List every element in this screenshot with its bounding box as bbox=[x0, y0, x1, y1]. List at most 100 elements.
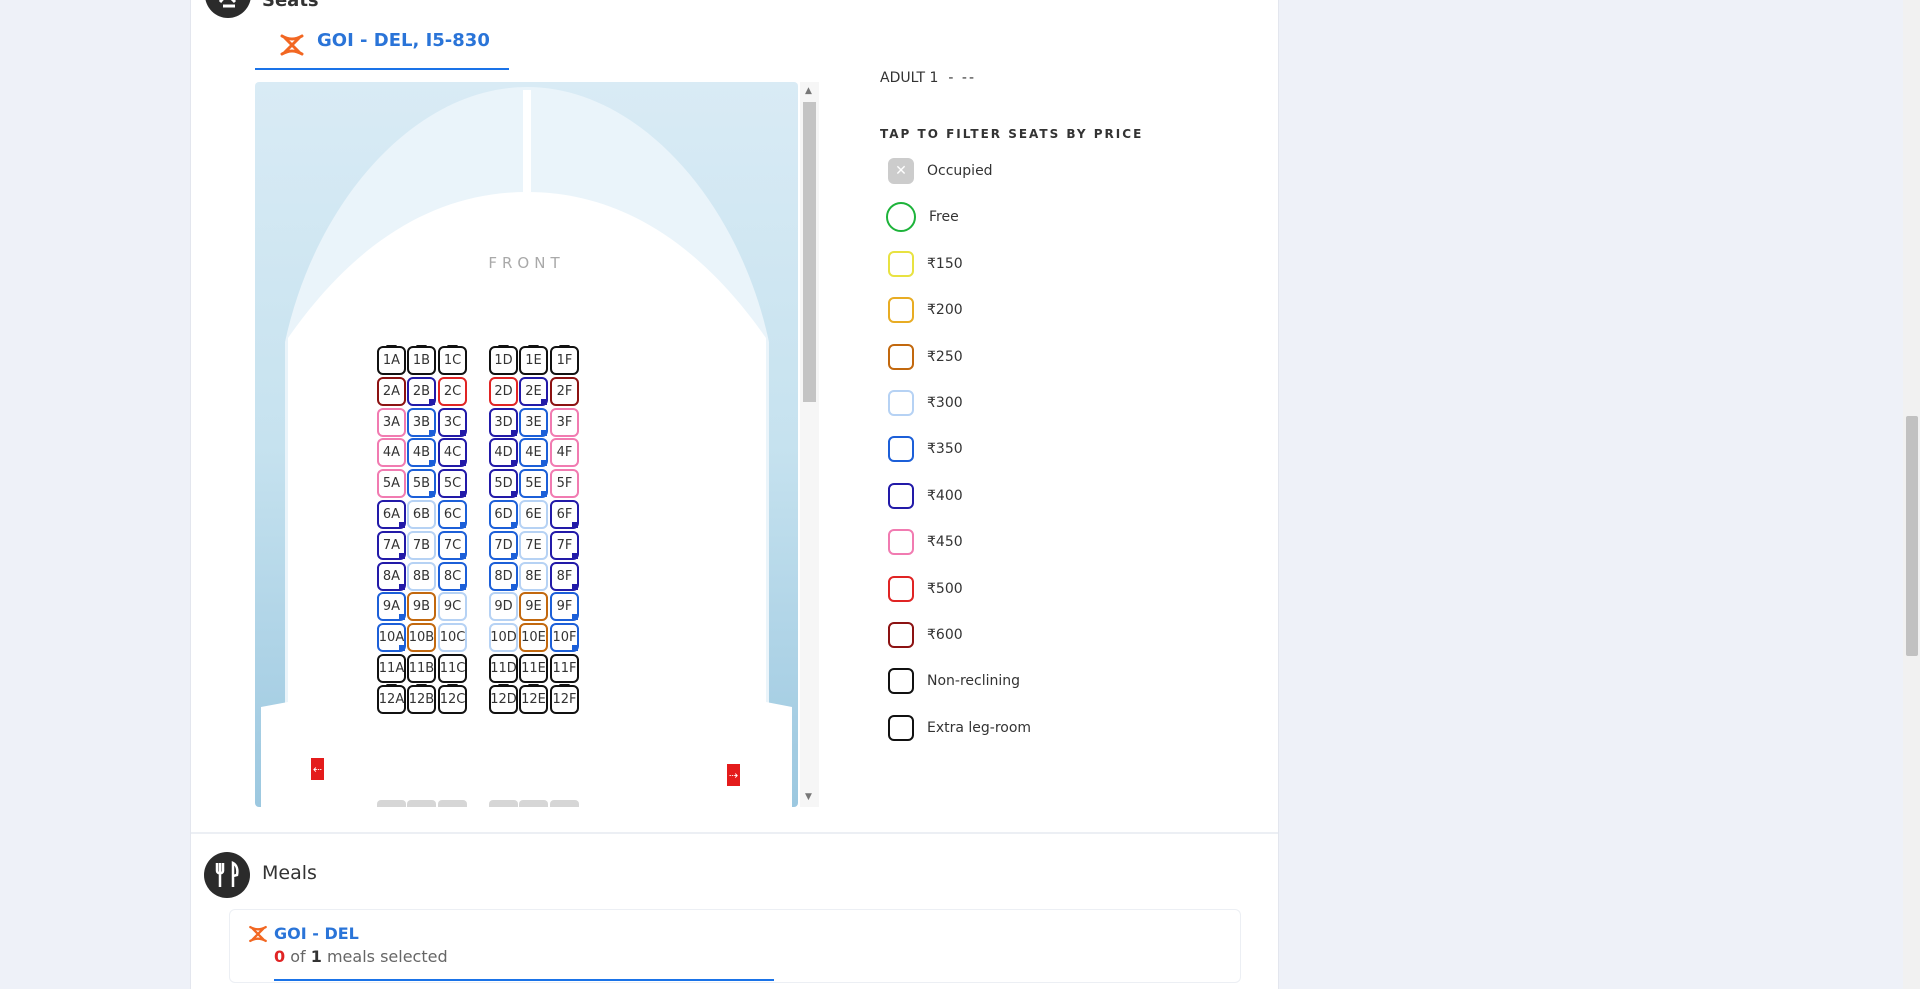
seat-5A[interactable]: 5A bbox=[377, 469, 406, 498]
legend-swatch-p150 bbox=[888, 251, 914, 277]
seat-4B[interactable]: 4B bbox=[407, 438, 436, 467]
legend-item-p600[interactable]: ₹600 bbox=[888, 619, 963, 651]
seat-3D[interactable]: 3D bbox=[489, 408, 518, 437]
seat-12A[interactable]: 12A bbox=[377, 684, 406, 714]
seat-6D[interactable]: 6D bbox=[489, 500, 518, 529]
seat-3B[interactable]: 3B bbox=[407, 408, 436, 437]
seat-5B[interactable]: 5B bbox=[407, 469, 436, 498]
seat-7C[interactable]: 7C bbox=[438, 531, 467, 560]
seat-map-scrollbar[interactable]: ▲ ▼ bbox=[800, 82, 819, 807]
seat-10B[interactable]: 10B bbox=[407, 623, 436, 652]
seat-2B[interactable]: 2B bbox=[407, 377, 436, 406]
seat-1A[interactable]: 1A bbox=[377, 345, 406, 375]
seat-map-scroll-thumb[interactable] bbox=[803, 102, 816, 402]
seat-6E[interactable]: 6E bbox=[519, 500, 548, 529]
seat-7E[interactable]: 7E bbox=[519, 531, 548, 560]
seat-10C[interactable]: 10C bbox=[438, 623, 467, 652]
seat-10F[interactable]: 10F bbox=[550, 623, 579, 652]
seat-2E[interactable]: 2E bbox=[519, 377, 548, 406]
seat-9B[interactable]: 9B bbox=[407, 592, 436, 621]
seat-7B[interactable]: 7B bbox=[407, 531, 436, 560]
legend-item-nonrec[interactable]: Non-reclining bbox=[888, 665, 1020, 697]
legend-swatch-free bbox=[886, 202, 916, 232]
page-scrollbar[interactable] bbox=[1903, 0, 1920, 989]
seat-8A[interactable]: 8A bbox=[377, 562, 406, 591]
seat-11F[interactable]: 11F bbox=[550, 654, 579, 683]
seat-5C[interactable]: 5C bbox=[438, 469, 467, 498]
seat-9C[interactable]: 9C bbox=[438, 592, 467, 621]
seat-9E[interactable]: 9E bbox=[519, 592, 548, 621]
meal-flight-card[interactable]: GOI - DEL 0 of 1 meals selected bbox=[229, 909, 1241, 983]
legend-item-p150[interactable]: ₹150 bbox=[888, 248, 963, 280]
seat-1B[interactable]: 1B bbox=[407, 345, 436, 375]
seat-9D[interactable]: 9D bbox=[489, 592, 518, 621]
seat-10A[interactable]: 10A bbox=[377, 623, 406, 652]
seat-12C[interactable]: 12C bbox=[438, 684, 467, 714]
seat-12D[interactable]: 12D bbox=[489, 684, 518, 714]
seat-6A[interactable]: 6A bbox=[377, 500, 406, 529]
seat-11A[interactable]: 11A bbox=[377, 654, 406, 683]
legend-item-p250[interactable]: ₹250 bbox=[888, 341, 963, 373]
seat-8C[interactable]: 8C bbox=[438, 562, 467, 591]
adult-label: ADULT 1 bbox=[880, 70, 939, 86]
legend-item-free[interactable]: Free bbox=[886, 201, 959, 233]
legend-item-p500[interactable]: ₹500 bbox=[888, 573, 963, 605]
seat-3C[interactable]: 3C bbox=[438, 408, 467, 437]
seat-5E[interactable]: 5E bbox=[519, 469, 548, 498]
seat-2D[interactable]: 2D bbox=[489, 377, 518, 406]
seat-1C[interactable]: 1C bbox=[438, 345, 467, 375]
seat-5F[interactable]: 5F bbox=[550, 469, 579, 498]
seat-4E[interactable]: 4E bbox=[519, 438, 548, 467]
seat-11D[interactable]: 11D bbox=[489, 654, 518, 683]
seat-6F[interactable]: 6F bbox=[550, 500, 579, 529]
legend-swatch-occupied: ✕ bbox=[888, 158, 914, 184]
seat-4A[interactable]: 4A bbox=[377, 438, 406, 467]
seat-12F[interactable]: 12F bbox=[550, 684, 579, 714]
passenger-seat-summary[interactable]: ADULT 1 - -- bbox=[880, 70, 976, 86]
seat-8F[interactable]: 8F bbox=[550, 562, 579, 591]
seat-3F[interactable]: 3F bbox=[550, 408, 579, 437]
seat-map-viewport: FRONT 1A 1B 1C 1D 1E 1F 2A 2B 2C 2D 2E 2F 3A 3B 3C 3D 3E… bbox=[255, 82, 798, 807]
seat-10E[interactable]: 10E bbox=[519, 623, 548, 652]
seat-2C[interactable]: 2C bbox=[438, 377, 467, 406]
legend-item-p450[interactable]: ₹450 bbox=[888, 526, 963, 558]
legend-item-p200[interactable]: ₹200 bbox=[888, 294, 963, 326]
flight-tab[interactable]: GOI - DEL, I5-830 bbox=[255, 22, 509, 70]
seat-6C[interactable]: 6C bbox=[438, 500, 467, 529]
seat-map-panel[interactable]: FRONT 1A 1B 1C 1D 1E 1F 2A 2B 2C 2D 2E 2F 3A 3B 3C 3D 3E… bbox=[255, 82, 819, 807]
seat-11C[interactable]: 11C bbox=[438, 654, 467, 683]
seat-10D[interactable]: 10D bbox=[489, 623, 518, 652]
seat-4D[interactable]: 4D bbox=[489, 438, 518, 467]
seat-6B[interactable]: 6B bbox=[407, 500, 436, 529]
seat-4F[interactable]: 4F bbox=[550, 438, 579, 467]
scroll-up-icon[interactable]: ▲ bbox=[805, 86, 812, 96]
seat-2F[interactable]: 2F bbox=[550, 377, 579, 406]
seat-7D[interactable]: 7D bbox=[489, 531, 518, 560]
seat-9F[interactable]: 9F bbox=[550, 592, 579, 621]
seat-11B[interactable]: 11B bbox=[407, 654, 436, 683]
scroll-down-icon[interactable]: ▼ bbox=[805, 792, 812, 802]
seat-3E[interactable]: 3E bbox=[519, 408, 548, 437]
seat-2A[interactable]: 2A bbox=[377, 377, 406, 406]
seat-1D[interactable]: 1D bbox=[489, 345, 518, 375]
seat-12B[interactable]: 12B bbox=[407, 684, 436, 714]
seat-8D[interactable]: 8D bbox=[489, 562, 518, 591]
legend-item-occupied[interactable]: ✕ Occupied bbox=[888, 155, 993, 187]
legend-item-p300[interactable]: ₹300 bbox=[888, 387, 963, 419]
legend-item-p400[interactable]: ₹400 bbox=[888, 480, 963, 512]
page-scroll-thumb[interactable] bbox=[1906, 416, 1918, 656]
seat-8B[interactable]: 8B bbox=[407, 562, 436, 591]
legend-item-p350[interactable]: ₹350 bbox=[888, 433, 963, 465]
seat-8E[interactable]: 8E bbox=[519, 562, 548, 591]
seat-11E[interactable]: 11E bbox=[519, 654, 548, 683]
legend-item-legroom[interactable]: Extra leg-room bbox=[888, 712, 1031, 744]
seat-4C[interactable]: 4C bbox=[438, 438, 467, 467]
seat-1E[interactable]: 1E bbox=[519, 345, 548, 375]
seat-7A[interactable]: 7A bbox=[377, 531, 406, 560]
seat-7F[interactable]: 7F bbox=[550, 531, 579, 560]
seat-5D[interactable]: 5D bbox=[489, 469, 518, 498]
seat-9A[interactable]: 9A bbox=[377, 592, 406, 621]
seat-1F[interactable]: 1F bbox=[550, 345, 579, 375]
seat-3A[interactable]: 3A bbox=[377, 408, 406, 437]
seat-12E[interactable]: 12E bbox=[519, 684, 548, 714]
